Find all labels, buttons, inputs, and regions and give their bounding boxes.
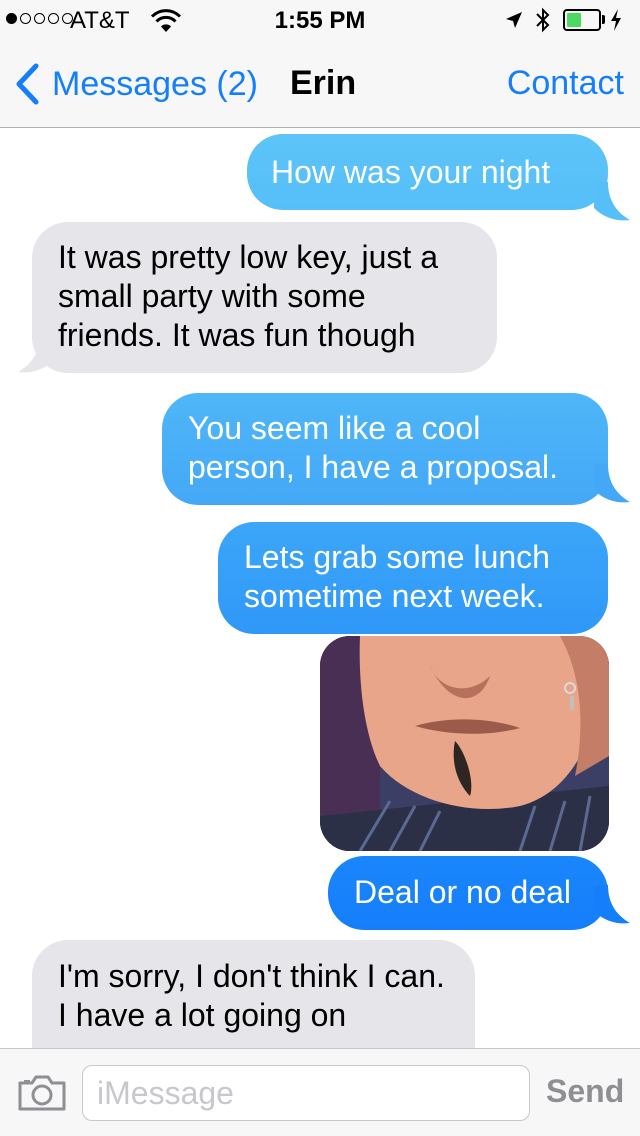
status-bar: AT&T 1:55 PM	[0, 0, 640, 40]
message-bubble-outgoing[interactable]: Lets grab some lunch sometime next week.	[218, 522, 608, 634]
bubble-tail	[594, 885, 630, 924]
message-text: You seem like a cool person, I have a pr…	[188, 410, 559, 485]
back-label: Messages (2)	[52, 64, 258, 103]
location-arrow-icon	[506, 12, 522, 28]
message-bubble-outgoing[interactable]: You seem like a cool person, I have a pr…	[162, 393, 608, 505]
battery-level	[567, 13, 581, 27]
send-button[interactable]: Send	[546, 1073, 624, 1110]
back-button[interactable]: Messages (2)	[14, 62, 258, 106]
charging-bolt-icon	[611, 9, 621, 31]
conversation-view[interactable]: How was your night It was pretty low key…	[0, 129, 640, 1048]
message-text: I'm sorry, I don't think I can. I have a…	[58, 958, 445, 1033]
nav-bar: Messages (2) Erin Contact	[0, 40, 640, 128]
bluetooth-icon	[536, 7, 550, 33]
camera-icon[interactable]	[16, 1073, 68, 1113]
bubble-tail	[594, 182, 630, 221]
message-text: It was pretty low key, just a small part…	[58, 239, 438, 353]
message-text: How was your night	[271, 154, 551, 190]
battery-nub	[602, 15, 605, 24]
bubble-tail	[594, 464, 630, 503]
battery-icon	[563, 9, 601, 31]
contact-button[interactable]: Contact	[507, 64, 624, 103]
message-text: Deal or no deal	[354, 874, 572, 910]
message-bubble-outgoing[interactable]: Deal or no deal	[328, 856, 608, 930]
conversation-title: Erin	[290, 64, 357, 102]
message-bubble-incoming[interactable]: It was pretty low key, just a small part…	[32, 222, 497, 373]
photo-message[interactable]	[320, 636, 609, 851]
message-text: Lets grab some lunch sometime next week.	[244, 539, 550, 614]
bubble-tail	[18, 334, 54, 373]
photo-of-man-with-goatee	[320, 636, 609, 851]
message-bubble-outgoing[interactable]: How was your night	[247, 134, 608, 210]
message-bubble-incoming[interactable]: I'm sorry, I don't think I can. I have a…	[32, 940, 475, 1048]
chevron-left-icon	[16, 63, 39, 105]
message-input[interactable]	[82, 1065, 530, 1121]
message-input-bar: Send	[0, 1048, 640, 1136]
